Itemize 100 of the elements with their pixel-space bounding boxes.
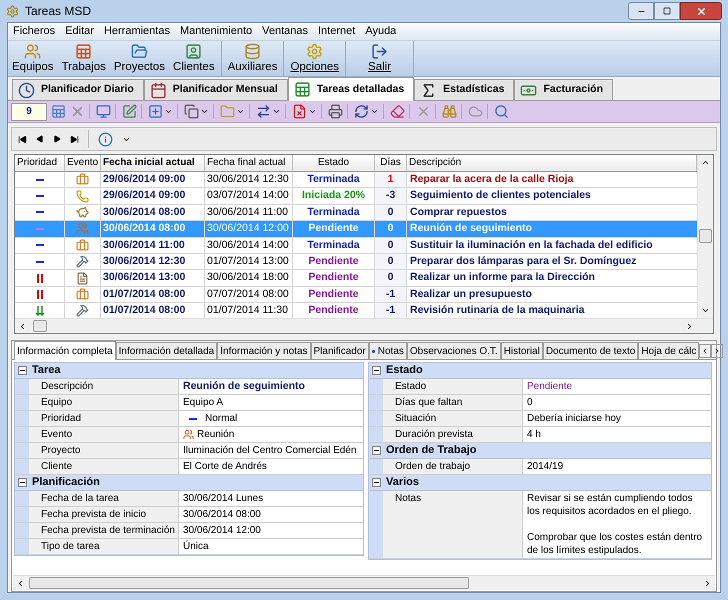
menu-item[interactable]: Ayuda [360, 23, 402, 40]
table-cell: 30/06/2014 12:30 [101, 254, 205, 270]
table-cell: 1 [375, 172, 407, 188]
delete-document-icon[interactable] [292, 104, 307, 119]
column-header[interactable]: Fecha final actual [205, 155, 293, 171]
menu-item[interactable]: Herramientas [98, 23, 175, 40]
detail-tab[interactable]: Información detallada [116, 342, 218, 359]
table-row[interactable]: 30/06/2014 12:30 01/07/2014 13:00 Pendiente 0 Preparar dos lámparas para el Sr. Domínguez [15, 254, 697, 270]
view-tab[interactable]: Planificador Mensual [144, 79, 288, 100]
column-header[interactable]: Fecha inicial actual [101, 155, 205, 171]
toolbar-button[interactable]: Salir [348, 41, 412, 76]
column-header[interactable]: Evento [65, 155, 101, 171]
scroll-right-icon[interactable] [703, 578, 712, 588]
dropdown-icon[interactable] [200, 107, 209, 116]
column-header[interactable]: Estado [293, 155, 375, 171]
edit-icon[interactable] [122, 104, 137, 119]
collapse-toggle[interactable] [372, 446, 381, 455]
property-value: 30/06/2014 Lunes [183, 492, 264, 506]
last-record-icon[interactable] [70, 134, 79, 144]
horizontal-scrollbar[interactable] [13, 575, 715, 590]
view-tab[interactable]: Planificador Diario [12, 79, 144, 100]
toolbar-button[interactable]: Opciones [286, 41, 344, 76]
window-title: Tareas MSD [25, 3, 92, 20]
scroll-left-icon[interactable] [16, 578, 25, 588]
collapse-toggle[interactable] [18, 366, 27, 375]
menu-item[interactable]: Ficheros [8, 23, 60, 40]
menu-item[interactable]: Mantenimiento [174, 23, 258, 40]
dropdown-icon[interactable] [272, 107, 281, 116]
toolbar-button[interactable]: Auxiliares [224, 41, 282, 76]
transfer-icon[interactable] [256, 104, 271, 119]
scroll-up-icon[interactable] [701, 158, 710, 167]
search-icon[interactable] [494, 104, 509, 119]
table-row[interactable]: 01/07/2014 08:00 07/07/2014 08:00 Pendiente -1 Realizar un presupuesto [15, 286, 697, 304]
dropdown-icon[interactable] [164, 107, 173, 116]
dropdown-icon[interactable] [370, 107, 379, 116]
horizontal-scrollbar[interactable] [15, 318, 713, 333]
toolbar-button[interactable]: Trabajos [58, 41, 110, 76]
table-cell-text: Seguimiento de clientes potenciales [409, 188, 592, 204]
toolbar-button[interactable]: Clientes [169, 41, 219, 76]
scroll-down-icon[interactable] [701, 306, 710, 315]
dropdown-icon[interactable] [308, 107, 317, 116]
next-record-icon[interactable] [53, 135, 61, 143]
collapse-toggle[interactable] [372, 478, 381, 487]
detail-tab[interactable]: Planificador [310, 342, 369, 359]
detail-tab[interactable]: Información completa [14, 341, 116, 360]
dropdown-icon[interactable] [236, 107, 245, 116]
detail-tab[interactable]: Información y notas [217, 342, 310, 359]
database-icon [244, 43, 262, 60]
menu-item[interactable]: Internet [313, 23, 360, 40]
table-row[interactable]: 29/06/2014 09:00 30/06/2014 12:30 Terminada 1 Reparar la acera de la calle Rioja [15, 172, 697, 188]
close-button[interactable] [680, 2, 722, 20]
scroll-left-icon[interactable] [18, 322, 27, 330]
collapse-toggle[interactable] [372, 366, 381, 375]
table-cell-text: Reunión de seguimiento [409, 221, 533, 236]
table-cell: Pendiente [293, 221, 375, 237]
menu-item[interactable]: Editar [60, 23, 99, 40]
detail-tab[interactable]: Hoja de cálc [638, 342, 700, 359]
collapse-toggle[interactable] [18, 478, 27, 487]
table-cell: 30/06/2014 12:00 [205, 221, 293, 237]
maximize-button[interactable] [654, 2, 680, 20]
scroll-thumb[interactable] [699, 229, 712, 243]
table-cell: 0 [375, 254, 407, 270]
monitor-icon[interactable] [96, 104, 111, 119]
detail-tab[interactable]: Documento de texto [542, 342, 638, 359]
first-record-icon[interactable] [18, 134, 27, 144]
scroll-right-icon[interactable] [685, 322, 694, 330]
property-label: Tipo de tarea [29, 539, 179, 554]
grid-icon [75, 43, 92, 60]
copy-icon[interactable] [184, 104, 199, 119]
toolbar-button[interactable]: Equipos [8, 41, 58, 76]
toolbar-button[interactable]: Proyectos [110, 41, 170, 76]
detail-tab[interactable]: Historial [500, 342, 543, 359]
row-gutter [15, 507, 29, 522]
scroll-thumb[interactable] [33, 320, 47, 332]
table-row[interactable]: 30/06/2014 11:00 30/06/2014 14:00 Terminada 0 Sustituir la iluminación en la fachada del edificio [15, 238, 697, 254]
info-icon[interactable] [98, 132, 113, 146]
detail-tab[interactable]: Observaciones O.T. [406, 342, 501, 359]
table-cell: 07/07/2014 08:00 [205, 286, 293, 302]
property-label: Equipo [29, 395, 179, 410]
scroll-left-button[interactable] [699, 344, 712, 358]
table-cell: 30/06/2014 11:00 [101, 238, 205, 253]
refresh-icon[interactable] [354, 104, 369, 119]
vertical-scrollbar[interactable] [697, 155, 713, 318]
scroll-right-button[interactable] [711, 344, 724, 358]
view-tab[interactable]: Estadísticas [414, 79, 514, 100]
property-label: Evento [29, 427, 179, 442]
eraser-icon[interactable] [390, 104, 405, 119]
menu-item[interactable]: Ventanas [257, 23, 313, 40]
table-row[interactable]: 29/06/2014 09:00 03/07/2014 14:00 Iniciada 20% -3 Seguimiento de clientes potenciales [15, 188, 697, 205]
printer-icon[interactable] [328, 104, 343, 119]
detail-tab[interactable]: Notas [368, 342, 407, 359]
scroll-thumb[interactable] [29, 577, 469, 589]
view-tab[interactable]: Facturación [514, 79, 613, 100]
property-value: Debería iniciarse hoy [527, 412, 622, 426]
table-row[interactable]: 30/06/2014 13:00 30/06/2014 18:00 Pendiente 0 Realizar un informe para la Dirección [15, 270, 697, 287]
view-tab[interactable]: Tareas detalladas [288, 77, 414, 101]
previous-record-icon[interactable] [36, 135, 44, 143]
exit-icon [371, 43, 388, 60]
column-header[interactable]: Prioridad [15, 155, 65, 171]
column-header[interactable]: Días [375, 155, 407, 171]
